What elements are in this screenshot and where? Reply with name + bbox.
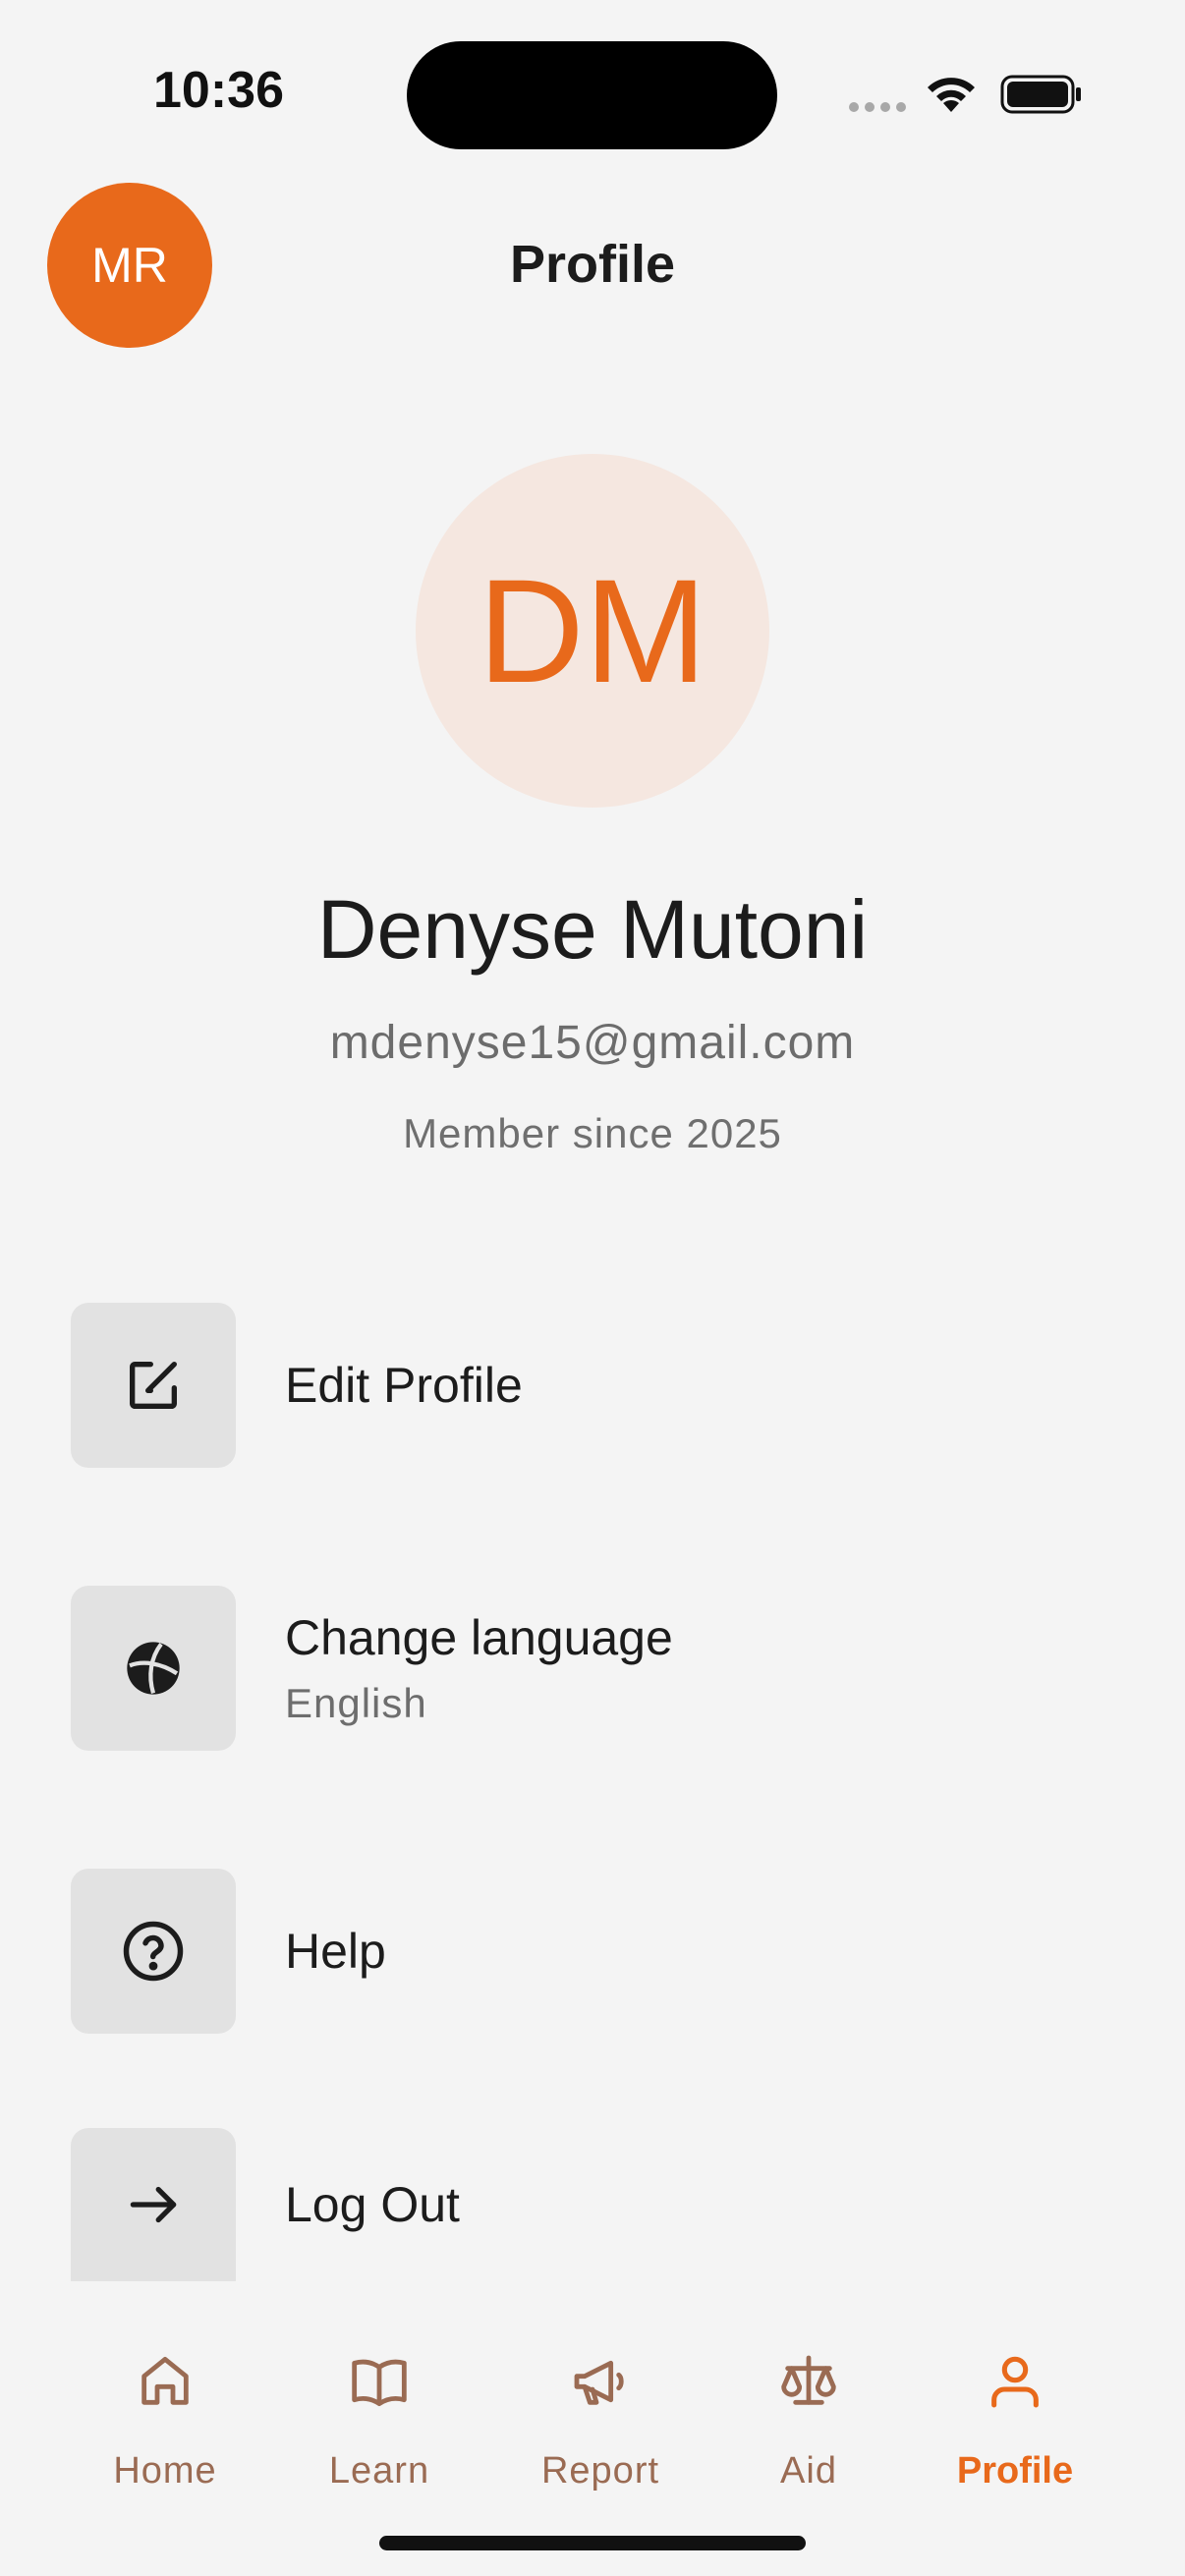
profile-screen: 10:36 MR Profile DM Denyse Mutoni mdenys… (0, 0, 1185, 2576)
nav-aid-label: Aid (780, 2450, 837, 2492)
scale-icon (781, 2355, 836, 2405)
help-item[interactable]: Help (71, 1869, 1114, 2034)
home-indicator[interactable] (379, 2536, 806, 2550)
profile-email: mdenyse15@gmail.com (329, 1017, 856, 1069)
nav-tab-aid[interactable]: Aid (710, 2350, 907, 2547)
megaphone-icon (574, 2360, 624, 2405)
change-language-item[interactable]: Change language English (71, 1586, 1114, 1751)
nav-report-label: Report (540, 2450, 660, 2492)
nav-profile-label: Profile (956, 2450, 1074, 2492)
edit-profile-item[interactable]: Edit Profile (71, 1303, 1114, 1468)
battery-icon (1000, 75, 1081, 114)
edit-icon (130, 1362, 177, 1409)
nav-tab-report[interactable]: Report (502, 2350, 699, 2547)
book-icon (352, 2359, 407, 2407)
help-icon-box (71, 1869, 236, 2034)
member-since: Member since 2025 (403, 1110, 782, 1156)
profile-name: Denyse Mutoni (316, 883, 869, 976)
bottom-navigation: Home Learn Report Aid Profile (0, 2281, 1185, 2576)
help-icon (123, 1921, 184, 1982)
nav-learn-label: Learn (328, 2450, 430, 2492)
log-out-label: Log Out (285, 2177, 460, 2232)
log-out-item[interactable]: Log Out (71, 2128, 1114, 2281)
nav-tab-profile[interactable]: Profile (917, 2350, 1113, 2547)
dynamic-island (407, 41, 777, 149)
nav-tab-home[interactable]: Home (67, 2350, 263, 2547)
globe-icon-box (71, 1586, 236, 1751)
logout-icon-box (71, 2128, 236, 2281)
help-label: Help (285, 1924, 386, 1979)
profile-avatar: DM (416, 454, 769, 808)
home-icon (141, 2356, 189, 2405)
current-language: English (285, 1680, 427, 1726)
user-icon (991, 2356, 1039, 2408)
edit-profile-label: Edit Profile (285, 1358, 523, 1413)
edit-icon-box (71, 1303, 236, 1468)
change-language-label: Change language (285, 1610, 673, 1665)
arrow-right-icon (130, 2186, 177, 2223)
page-title: Profile (509, 235, 676, 294)
globe-icon (127, 1642, 180, 1695)
nav-home-label: Home (113, 2450, 217, 2492)
cellular-signal-icon (849, 102, 906, 112)
status-time: 10:36 (153, 62, 284, 119)
nav-tab-learn[interactable]: Learn (281, 2350, 478, 2547)
wifi-icon (928, 78, 975, 112)
